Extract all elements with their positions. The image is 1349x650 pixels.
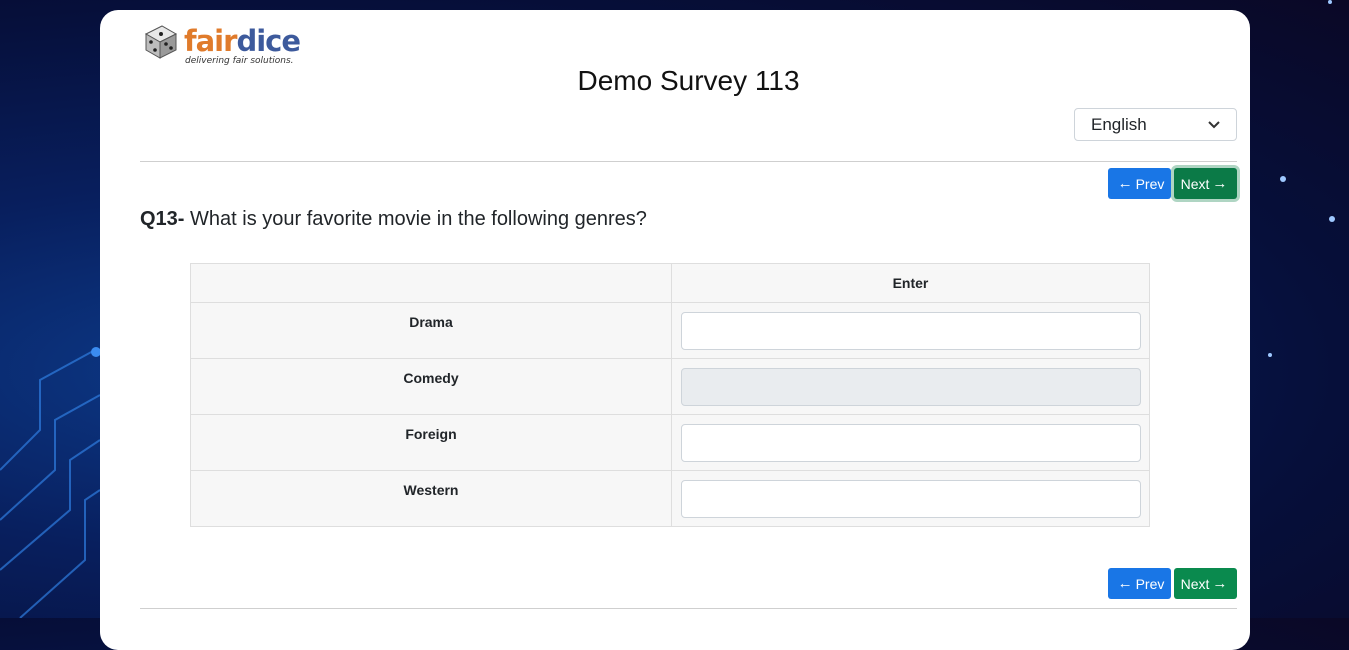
grid-column-header: Enter <box>671 263 1150 303</box>
arrow-left-icon: ← <box>1117 175 1133 192</box>
table-row: Foreign <box>190 414 1150 471</box>
foreign-input[interactable] <box>681 423 1141 462</box>
table-row: Comedy <box>190 358 1150 415</box>
language-selected-value: English <box>1091 114 1147 134</box>
drama-input[interactable] <box>681 311 1141 350</box>
grid-header-empty <box>190 263 672 303</box>
next-button-top-label: Next <box>1180 175 1210 192</box>
arrow-left-icon: ← <box>1117 575 1133 592</box>
table-row: Drama <box>190 302 1150 359</box>
prev-button-top[interactable]: ← Prev <box>1108 168 1171 199</box>
row-label-drama: Drama <box>190 302 672 359</box>
divider-top <box>140 161 1237 162</box>
survey-card: fairdice delivering fair solutions. Demo… <box>100 10 1250 650</box>
western-input[interactable] <box>681 479 1141 518</box>
page-title: Demo Survey 113 <box>577 65 800 96</box>
question-number: Q13- <box>140 208 185 230</box>
row-label-foreign: Foreign <box>190 414 672 471</box>
language-select[interactable]: English <box>1074 108 1237 141</box>
logo-wordmark: fairdice <box>184 24 301 58</box>
dice-icon <box>144 25 178 59</box>
grid-header-row: Enter <box>190 263 1150 303</box>
row-label-comedy: Comedy <box>190 358 672 415</box>
question-text: Q13- What is your favorite movie in the … <box>140 208 647 231</box>
chevron-down-icon <box>1208 120 1220 128</box>
prev-button-bottom-label: Prev <box>1135 575 1165 592</box>
question-body: What is your favorite movie in the follo… <box>184 208 647 230</box>
row-label-western: Western <box>190 470 672 527</box>
next-button-bottom-label: Next <box>1180 575 1210 592</box>
divider-bottom <box>140 608 1237 609</box>
next-button-bottom[interactable]: Next → <box>1174 568 1237 599</box>
table-row: Western <box>190 470 1150 527</box>
next-button-top[interactable]: Next → <box>1174 168 1237 199</box>
arrow-right-icon: → <box>1212 575 1228 592</box>
answer-grid: Enter Drama Comedy Foreign Western <box>190 263 1150 527</box>
prev-button-top-label: Prev <box>1135 175 1165 192</box>
arrow-right-icon: → <box>1212 175 1228 192</box>
comedy-input[interactable] <box>681 367 1141 406</box>
prev-button-bottom[interactable]: ← Prev <box>1108 568 1171 599</box>
logo-wordmark-fair: fair <box>184 24 237 58</box>
logo-wordmark-dice: dice <box>236 24 301 58</box>
